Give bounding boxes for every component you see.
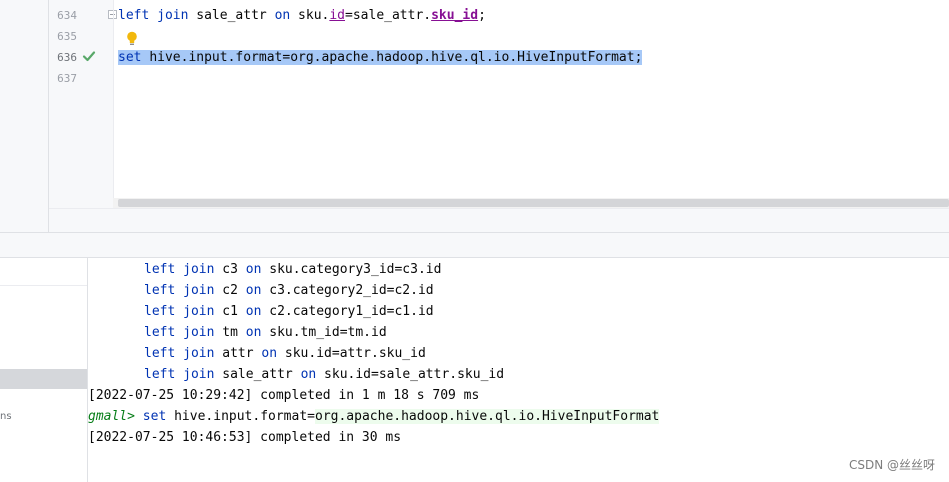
table-name: c2	[222, 283, 238, 298]
identifier: sku.	[298, 8, 330, 23]
keyword: on	[261, 346, 278, 361]
line-number: 637	[57, 72, 77, 85]
keyword: left	[144, 367, 176, 382]
keyword: join	[183, 283, 215, 298]
check-icon[interactable]	[82, 49, 96, 63]
console-line: left join tm on sku.tm_id=tm.id	[88, 322, 387, 343]
line-number: 634	[57, 9, 77, 22]
set-statement: hive.input.format=org.apache.hadoop.hive…	[149, 50, 643, 65]
console-line: left join attr on sku.id=attr.sku_id	[88, 343, 426, 364]
join-condition: c3.category2_id=c2.id	[269, 283, 434, 298]
console-line: left join sale_attr on sku.id=sale_attr.…	[88, 364, 504, 385]
table-name: c3	[222, 262, 238, 277]
scrollbar-thumb[interactable]	[118, 199, 949, 207]
services-toolwindow-header	[0, 232, 949, 258]
code-line-selected: set hive.input.format=org.apache.hadoop.…	[118, 47, 643, 68]
keyword: left	[144, 304, 176, 319]
join-condition: sku.id=attr.sku_id	[284, 346, 426, 361]
keyword: left	[144, 283, 176, 298]
keyword: left	[144, 346, 176, 361]
table-name: sale_attr	[196, 8, 267, 23]
join-condition: sku.id=sale_attr.sku_id	[324, 367, 505, 382]
services-tree[interactable]: ns	[0, 258, 88, 482]
keyword: on	[274, 8, 291, 23]
keyword: on	[245, 262, 262, 277]
column-reference[interactable]: id	[329, 8, 345, 23]
keyword: on	[245, 304, 262, 319]
keyword: join	[183, 346, 215, 361]
prompt-line: gmall> set hive.input.format=org.apache.…	[88, 406, 660, 427]
table-name: attr	[222, 346, 254, 361]
lightbulb-icon[interactable]	[126, 31, 138, 47]
join-condition: sku.tm_id=tm.id	[269, 325, 387, 340]
keyword: join	[183, 304, 215, 319]
keyword: on	[245, 283, 262, 298]
table-name: tm	[222, 325, 238, 340]
keyword: on	[245, 325, 262, 340]
column-reference[interactable]: sku_id	[431, 8, 478, 23]
keyword: on	[300, 367, 317, 382]
semicolon: ;	[478, 8, 486, 23]
console-line: left join c3 on sku.category3_id=c3.id	[88, 259, 441, 280]
watermark: CSDN @丝丝呀	[848, 458, 935, 472]
keyword: set	[142, 409, 167, 424]
command-key: hive.input.format=	[174, 409, 315, 424]
code-area[interactable]: left join sale_attr on sku.id=sale_attr.…	[113, 0, 949, 198]
query-console-output[interactable]: left join c3 on sku.category3_id=c3.id l…	[88, 258, 949, 482]
console-line: left join c1 on c2.category1_id=c1.id	[88, 301, 434, 322]
keyword: join	[157, 8, 189, 23]
identifier: =sale_attr.	[345, 8, 432, 23]
breadcrumb-bar	[49, 208, 949, 232]
keyword: left	[144, 325, 176, 340]
editor-gutter[interactable]: 634 635 636 637	[49, 0, 117, 208]
keyword: left	[118, 8, 150, 23]
join-condition: sku.category3_id=c3.id	[269, 262, 442, 277]
join-condition: c2.category1_id=c1.id	[269, 304, 434, 319]
line-number: 635	[57, 30, 77, 43]
selected-text[interactable]: set hive.input.format=org.apache.hadoop.…	[118, 50, 643, 65]
status-line: [2022-07-25 10:46:53] completed in 30 ms	[88, 430, 402, 445]
line-number: 636	[57, 51, 77, 64]
keyword: left	[144, 262, 176, 277]
table-name: sale_attr	[222, 367, 293, 382]
table-name: c1	[222, 304, 238, 319]
tree-label: ns	[0, 411, 12, 422]
keyword: join	[183, 367, 215, 382]
console-prompt: gmall>	[88, 409, 135, 424]
keyword: join	[183, 325, 215, 340]
tree-row-selected[interactable]	[0, 369, 87, 389]
keyword: join	[183, 262, 215, 277]
console-line: left join c2 on c3.category2_id=c2.id	[88, 280, 434, 301]
sql-editor[interactable]: 634 635 636 637 left join sale_attr on s…	[0, 0, 949, 232]
code-line: left join sale_attr on sku.id=sale_attr.…	[118, 5, 486, 26]
command-value: org.apache.hadoop.hive.ql.io.HiveInputFo…	[315, 409, 660, 424]
project-panel-strip	[0, 0, 49, 232]
tree-row[interactable]	[0, 258, 87, 286]
status-line: [2022-07-25 10:29:42] completed in 1 m 1…	[88, 388, 480, 403]
keyword: set	[118, 50, 142, 65]
